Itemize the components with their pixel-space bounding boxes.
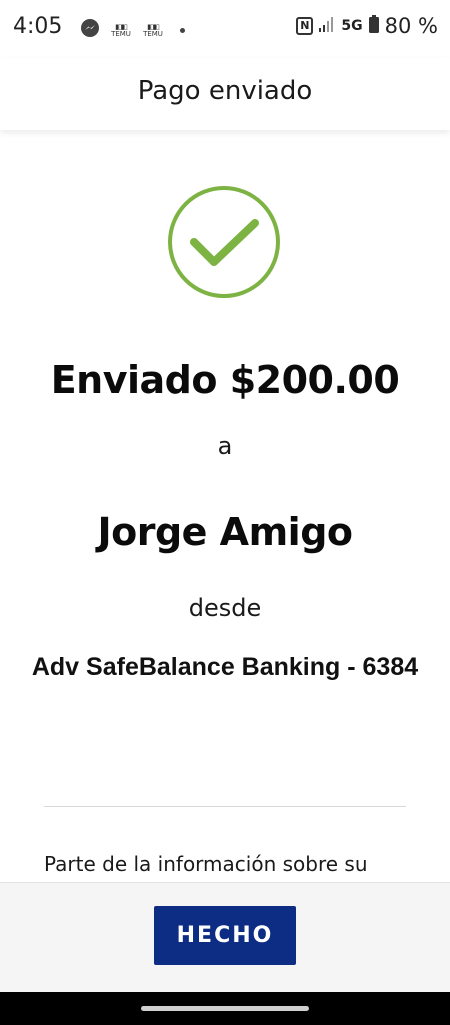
page-title: Pago enviado [137, 76, 313, 106]
temu-icon: ▮▯▮▯ TEMU [111, 22, 131, 38]
temu-label: TEMU [111, 29, 131, 38]
done-button[interactable]: HECHO [154, 906, 296, 965]
network-type: 5G [341, 18, 363, 34]
info-text: Parte de la información sobre su [44, 852, 368, 876]
nfc-icon: N [296, 17, 314, 35]
app-header: Pago enviado [0, 58, 450, 130]
recipient-name: Jorge Amigo [97, 510, 353, 554]
temu-icon: ▮▯▮▯ TEMU [143, 22, 163, 38]
temu-label: TEMU [143, 29, 163, 38]
confirmation-content[interactable]: Enviado $200.00 a Jorge Amigo desde Adv … [0, 130, 450, 882]
signal-icon [319, 16, 335, 36]
from-label: desde [188, 594, 262, 622]
status-right: N 5G 80 % [296, 14, 438, 38]
status-bar: 4:05 ▮▯▮▯ TEMU ▮▯▮▯ TEMU N 5G 80 % [0, 0, 450, 58]
notification-icons: ▮▯▮▯ TEMU ▮▯▮▯ TEMU [80, 18, 185, 43]
footer: HECHO [0, 882, 450, 992]
status-time: 4:05 [13, 14, 63, 39]
system-nav-bar [0, 992, 450, 1025]
divider [44, 806, 406, 807]
battery-percent: 80 % [384, 14, 438, 38]
battery-icon [368, 15, 379, 37]
more-notifications-dot-icon [180, 28, 185, 33]
to-label: a [217, 432, 233, 460]
home-handle[interactable] [141, 1006, 309, 1011]
sent-amount: Enviado $200.00 [50, 358, 400, 402]
source-account: Adv SafeBalance Banking - 6384 [31, 653, 419, 681]
messenger-icon [80, 18, 100, 43]
checkmark-circle-icon [167, 185, 281, 299]
